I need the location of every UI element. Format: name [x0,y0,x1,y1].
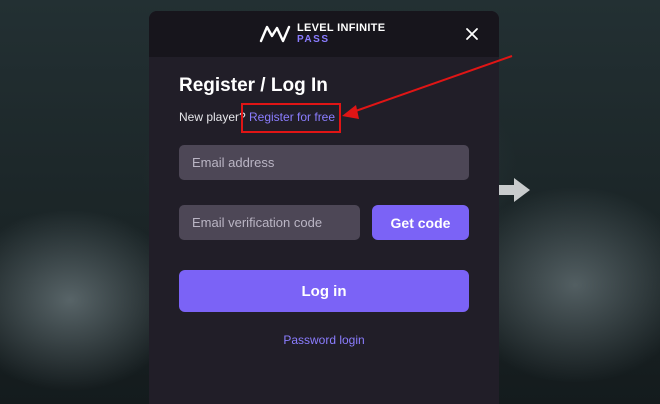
annotation-highlight-box [241,103,341,133]
email-field[interactable] [179,145,469,180]
verification-code-field[interactable] [179,205,360,240]
logo: LEVEL INFINITE PASS [259,23,385,45]
logo-pass-text: PASS [297,34,330,45]
new-player-label: New player? [179,110,246,124]
background-arrow-icon [498,178,530,202]
logo-text: LEVEL INFINITE PASS [297,23,385,45]
level-infinite-logo-icon [259,25,291,43]
close-icon[interactable] [464,26,480,42]
login-modal: LEVEL INFINITE PASS Register / Log In Ne… [149,11,499,404]
get-code-button[interactable]: Get code [372,205,469,240]
logo-brand-text: LEVEL INFINITE [297,22,386,34]
page-title: Register / Log In [179,75,328,96]
modal-header: LEVEL INFINITE PASS [149,11,499,57]
login-button[interactable]: Log in [179,270,469,312]
password-login-link[interactable]: Password login [149,333,499,347]
